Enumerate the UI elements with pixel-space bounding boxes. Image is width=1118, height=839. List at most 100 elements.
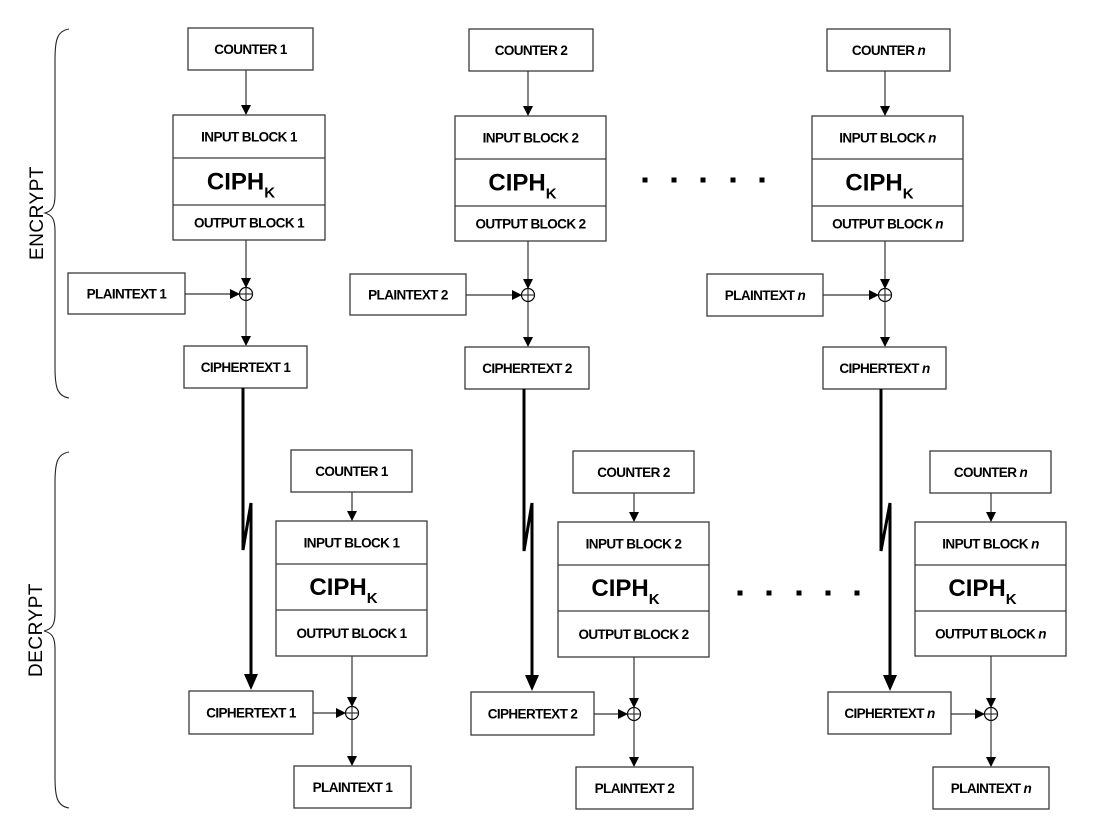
arrowhead-icon: [336, 708, 346, 718]
xor-icon: [983, 706, 999, 722]
ciphertext-label-text: CIPHERTEXT: [488, 707, 571, 722]
input-block-label-text: INPUT BLOCK: [304, 536, 393, 551]
input-block-label-text: INPUT BLOCK: [201, 130, 290, 145]
arrowhead-icon: [869, 290, 879, 300]
plaintext-label: PLAINTEXT n: [951, 781, 1032, 796]
arrowhead-icon: [347, 756, 357, 766]
counter-label-index: 2: [663, 465, 670, 480]
cipher-block: INPUT BLOCK 1 CIPHK OUTPUT BLOCK 1: [172, 114, 326, 241]
input-block-label-text: INPUT BLOCK: [839, 131, 928, 146]
output-block-label-text: OUTPUT BLOCK: [296, 626, 399, 641]
ellipsis-dot: [642, 177, 648, 183]
decrypt-column-2: COUNTER 2INPUT BLOCK 2CIPHKOUTPUT BLOCK …: [470, 450, 710, 810]
counter-label: COUNTER 2: [597, 465, 670, 480]
output-block-label: OUTPUT BLOCK 1: [194, 216, 305, 231]
ellipsis-dot: [737, 590, 743, 596]
input-block-label-index: 1: [290, 130, 298, 145]
arrowhead-icon: [523, 337, 533, 347]
plaintext-label: PLAINTEXT 2: [595, 781, 675, 796]
decrypt-column-1: COUNTER 1INPUT BLOCK 1CIPHKOUTPUT BLOCK …: [188, 449, 428, 809]
arrowhead-icon: [230, 289, 240, 299]
counter-label-text: COUNTER: [852, 43, 918, 58]
input-block-label-text: INPUT BLOCK: [942, 537, 1031, 552]
output-block-label-text: OUTPUT BLOCK: [194, 216, 297, 231]
ellipsis-dot: [825, 590, 831, 596]
arrowhead-icon: [347, 697, 357, 707]
counter-label: COUNTER n: [852, 43, 926, 58]
plaintext-label: PLAINTEXT n: [725, 288, 806, 303]
ciph-main: CIPH: [488, 170, 545, 197]
output-block-label: OUTPUT BLOCK 2: [475, 217, 585, 232]
output-block-label-text: OUTPUT BLOCK: [935, 627, 1038, 642]
arrowhead-icon: [241, 105, 251, 115]
plaintext-label-text: PLAINTEXT: [725, 288, 798, 303]
break-line: [241, 388, 253, 676]
ciphertext-label-index: 2: [565, 361, 572, 376]
ciph-subscript: K: [264, 185, 275, 202]
counter-label-text: COUNTER: [597, 465, 663, 480]
output-block-label: OUTPUT BLOCK n: [832, 217, 943, 232]
ellipsis-dot: [796, 590, 802, 596]
output-block-label-text: OUTPUT BLOCK: [578, 627, 681, 642]
input-block-label: INPUT BLOCK 2: [586, 537, 682, 552]
ciphertext-label-text: CIPHERTEXT: [482, 361, 565, 376]
counter-label: COUNTER 1: [315, 464, 389, 479]
ciphertext-label-index: 1: [283, 360, 291, 375]
decrypt-section: DECRYPT: [26, 451, 70, 809]
arrowhead-icon: [523, 279, 533, 289]
encrypt-section: ENCRYPT: [27, 28, 70, 399]
ciph-subscript: K: [1006, 591, 1017, 608]
ciphertext-label-index: 2: [570, 707, 577, 722]
ellipsis-dot: [854, 590, 860, 596]
xor-icon: [520, 287, 536, 303]
ciphertext-label-index: n: [922, 361, 930, 376]
cipher-block: INPUT BLOCK n CIPHK OUTPUT BLOCK n: [811, 115, 964, 242]
ellipsis-dot: [759, 177, 765, 183]
ciphertext-label-text: CIPHERTEXT: [839, 361, 922, 376]
ciphertext-label: CIPHERTEXT n: [839, 361, 930, 376]
input-block-label-index: 1: [392, 536, 400, 551]
transmission-line-2: [522, 389, 539, 691]
arrowhead-icon: [629, 698, 639, 708]
ellipsis-dot: [700, 177, 706, 183]
ciphertext-label: CIPHERTEXT 1: [206, 706, 297, 721]
output-block-label-index: n: [935, 217, 943, 232]
arrowhead-icon: [618, 709, 628, 719]
plaintext-label-text: PLAINTEXT: [951, 781, 1024, 796]
ciphertext-label-index: n: [927, 706, 935, 721]
arrowhead-icon: [986, 698, 996, 708]
output-block-label-text: OUTPUT BLOCK: [475, 217, 578, 232]
output-block-label: OUTPUT BLOCK 1: [296, 626, 407, 641]
counter-label-text: COUNTER: [214, 42, 280, 57]
cipher-block: INPUT BLOCK 1 CIPHK OUTPUT BLOCK 1: [275, 520, 428, 657]
thick-arrowhead-icon: [525, 675, 539, 691]
ellipsis-dot: [766, 590, 772, 596]
counter-label-index: n: [1020, 465, 1028, 480]
ciphertext-label-text: CIPHERTEXT: [201, 360, 284, 375]
cipher-block: INPUT BLOCK n CIPHK OUTPUT BLOCK n: [914, 521, 1067, 657]
ciph-main: CIPH: [309, 574, 366, 601]
arrowhead-icon: [523, 106, 533, 116]
xor-icon: [238, 286, 254, 302]
ciph-subscript: K: [649, 591, 660, 608]
input-block-label: INPUT BLOCK n: [839, 131, 936, 146]
arrowhead-icon: [241, 278, 251, 288]
ciphertext-label-text: CIPHERTEXT: [844, 706, 927, 721]
decrypt-brace: [43, 451, 70, 809]
counter-label-text: COUNTER: [315, 464, 381, 479]
decrypt-column-n: COUNTER nINPUT BLOCK nCIPHKOUTPUT BLOCK …: [827, 450, 1067, 810]
cipher-block: INPUT BLOCK 2 CIPHK OUTPUT BLOCK 2: [454, 115, 607, 242]
ciph-main: CIPH: [591, 575, 648, 602]
ctr-mode-diagram: ENCRYPT DECRYPT COUNTER 1INPUT BLOCK 1CI…: [26, 27, 1067, 810]
ciph-subscript: K: [903, 186, 914, 203]
arrowhead-icon: [241, 336, 251, 346]
encrypt-brace: [43, 28, 70, 399]
ciphertext-label-text: CIPHERTEXT: [206, 706, 289, 721]
encrypt-label: ENCRYPT: [27, 166, 48, 260]
ciph-main: CIPH: [207, 169, 264, 196]
ciph-subscript: K: [546, 186, 557, 203]
counter-label-text: COUNTER: [495, 43, 561, 58]
input-block-label-index: n: [1031, 537, 1039, 552]
input-block-label-index: 2: [674, 537, 681, 552]
plaintext-label-index: n: [1024, 781, 1032, 796]
